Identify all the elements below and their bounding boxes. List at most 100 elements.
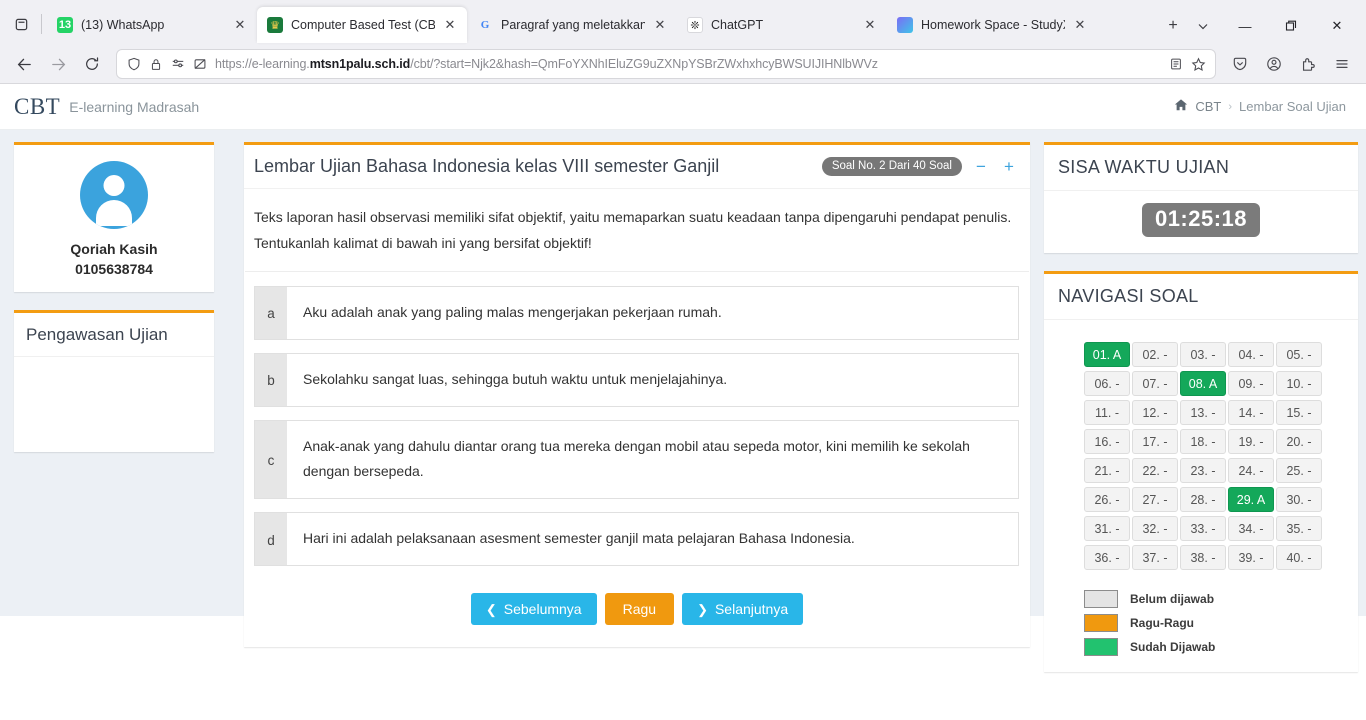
- navigation-header: NAVIGASI SOAL: [1044, 274, 1358, 320]
- nav-question-11[interactable]: 11. -: [1084, 400, 1130, 425]
- bookmark-star-icon[interactable]: [1187, 53, 1209, 75]
- nav-question-20[interactable]: 20. -: [1276, 429, 1322, 454]
- nav-question-18[interactable]: 18. -: [1180, 429, 1226, 454]
- nav-question-24[interactable]: 24. -: [1228, 458, 1274, 483]
- legend-label: Ragu-Ragu: [1130, 616, 1194, 630]
- nav-question-26[interactable]: 26. -: [1084, 487, 1130, 512]
- nav-question-3[interactable]: 03. -: [1180, 342, 1226, 367]
- tab-close-icon[interactable]: ✕: [859, 14, 881, 36]
- nav-question-30[interactable]: 30. -: [1276, 487, 1322, 512]
- tab-studyx[interactable]: Homework Space - StudyX ✕: [887, 7, 1097, 43]
- nav-question-40[interactable]: 40. -: [1276, 545, 1322, 570]
- window-close-button[interactable]: ✕: [1314, 7, 1360, 45]
- nav-question-14[interactable]: 14. -: [1228, 400, 1274, 425]
- reload-button[interactable]: [76, 49, 108, 79]
- studyx-icon: [897, 17, 913, 33]
- url-prefix: https://e-learning.: [215, 57, 310, 71]
- nav-question-35[interactable]: 35. -: [1276, 516, 1322, 541]
- answer-option-b[interactable]: b Sekolahku sangat luas, sehingga butuh …: [254, 352, 1019, 407]
- shield-icon[interactable]: [123, 53, 145, 75]
- tab-close-icon[interactable]: ✕: [229, 14, 251, 36]
- nav-question-34[interactable]: 34. -: [1228, 516, 1274, 541]
- nav-question-15[interactable]: 15. -: [1276, 400, 1322, 425]
- forward-button[interactable]: [42, 49, 74, 79]
- tracking-protection-icon[interactable]: [189, 53, 211, 75]
- previous-question-button[interactable]: ❮ Sebelumnya: [470, 593, 597, 626]
- window-maximize-button[interactable]: [1268, 7, 1314, 45]
- browser-chrome: 13 (13) WhatsApp ✕ ♛ Computer Based Test…: [0, 0, 1366, 84]
- nav-question-13[interactable]: 13. -: [1180, 400, 1226, 425]
- profile-card: Qoriah Kasih 0105638784: [14, 142, 214, 292]
- nav-question-8[interactable]: 08. A: [1180, 371, 1226, 396]
- tab-separator: [41, 14, 42, 34]
- nav-question-2[interactable]: 02. -: [1132, 342, 1178, 367]
- nav-question-9[interactable]: 09. -: [1228, 371, 1274, 396]
- nav-question-27[interactable]: 27. -: [1132, 487, 1178, 512]
- tab-chatgpt[interactable]: ❊ ChatGPT ✕: [677, 7, 887, 43]
- nav-question-39[interactable]: 39. -: [1228, 545, 1274, 570]
- permissions-icon[interactable]: [167, 53, 189, 75]
- window-controls: — ✕: [1222, 7, 1360, 45]
- answer-option-c[interactable]: c Anak-anak yang dahulu diantar orang tu…: [254, 419, 1019, 500]
- nav-question-38[interactable]: 38. -: [1180, 545, 1226, 570]
- tab-close-icon[interactable]: ✕: [649, 14, 671, 36]
- chatgpt-icon: ❊: [687, 17, 703, 33]
- lock-icon[interactable]: [145, 53, 167, 75]
- url-text: https://e-learning.mtsn1palu.sch.id/cbt/…: [215, 57, 1165, 71]
- nav-question-6[interactable]: 06. -: [1084, 371, 1130, 396]
- breadcrumb-root[interactable]: CBT: [1195, 99, 1221, 114]
- nav-question-5[interactable]: 05. -: [1276, 342, 1322, 367]
- tab-whatsapp[interactable]: 13 (13) WhatsApp ✕: [47, 7, 257, 43]
- window-minimize-button[interactable]: —: [1222, 7, 1268, 45]
- new-tab-button[interactable]: +: [1158, 11, 1188, 41]
- nav-question-31[interactable]: 31. -: [1084, 516, 1130, 541]
- nav-question-29[interactable]: 29. A: [1228, 487, 1274, 512]
- tab-list-dropdown-icon[interactable]: [1188, 11, 1218, 41]
- app-logo: CBT: [14, 93, 61, 119]
- answer-options: a Aku adalah anak yang paling malas meng…: [244, 272, 1030, 585]
- nav-question-19[interactable]: 19. -: [1228, 429, 1274, 454]
- back-button[interactable]: [8, 49, 40, 79]
- next-question-button[interactable]: ❯ Selanjutnya: [682, 593, 804, 626]
- nav-question-1[interactable]: 01. A: [1084, 342, 1130, 367]
- left-sidebar: Qoriah Kasih 0105638784 Pengawasan Ujian: [14, 142, 214, 470]
- answer-option-d[interactable]: d Hari ini adalah pelaksanaan asesment s…: [254, 512, 1019, 567]
- tab-list-icon[interactable]: [4, 7, 38, 41]
- nav-question-33[interactable]: 33. -: [1180, 516, 1226, 541]
- extensions-icon[interactable]: [1292, 49, 1324, 79]
- nav-question-28[interactable]: 28. -: [1180, 487, 1226, 512]
- nav-question-12[interactable]: 12. -: [1132, 400, 1178, 425]
- exam-header: Lembar Ujian Bahasa Indonesia kelas VIII…: [244, 145, 1030, 189]
- account-icon[interactable]: [1258, 49, 1290, 79]
- answer-option-a[interactable]: a Aku adalah anak yang paling malas meng…: [254, 285, 1019, 340]
- nav-question-10[interactable]: 10. -: [1276, 371, 1322, 396]
- legend-label: Belum dijawab: [1130, 592, 1215, 606]
- reader-view-icon[interactable]: [1165, 53, 1187, 75]
- save-to-pocket-icon[interactable]: [1224, 49, 1256, 79]
- nav-question-4[interactable]: 04. -: [1228, 342, 1274, 367]
- nav-question-32[interactable]: 32. -: [1132, 516, 1178, 541]
- tab-close-icon[interactable]: ✕: [1069, 14, 1091, 36]
- nav-question-22[interactable]: 22. -: [1132, 458, 1178, 483]
- nav-question-17[interactable]: 17. -: [1132, 429, 1178, 454]
- tab-paragraf[interactable]: G Paragraf yang meletakkan ga ✕: [467, 7, 677, 43]
- mark-doubt-button[interactable]: Ragu: [604, 593, 675, 626]
- app-menu-icon[interactable]: [1326, 49, 1358, 79]
- font-increase-button[interactable]: +: [1000, 157, 1018, 177]
- nav-question-7[interactable]: 07. -: [1132, 371, 1178, 396]
- nav-question-25[interactable]: 25. -: [1276, 458, 1322, 483]
- app-header: CBT E-learning Madrasah CBT › Lembar Soa…: [0, 84, 1366, 130]
- tab-close-icon[interactable]: ✕: [439, 14, 461, 36]
- nav-question-37[interactable]: 37. -: [1132, 545, 1178, 570]
- profile-name: Qoriah Kasih: [70, 241, 158, 257]
- tab-computer-based-test[interactable]: ♛ Computer Based Test (CBT) ✕: [257, 7, 467, 43]
- nav-question-21[interactable]: 21. -: [1084, 458, 1130, 483]
- url-bar[interactable]: https://e-learning.mtsn1palu.sch.id/cbt/…: [116, 49, 1216, 79]
- nav-question-16[interactable]: 16. -: [1084, 429, 1130, 454]
- nav-question-36[interactable]: 36. -: [1084, 545, 1130, 570]
- exam-title: Lembar Ujian Bahasa Indonesia kelas VIII…: [254, 156, 720, 176]
- font-decrease-button[interactable]: −: [972, 157, 990, 177]
- profile-id: 0105638784: [75, 261, 153, 278]
- nav-question-23[interactable]: 23. -: [1180, 458, 1226, 483]
- home-icon[interactable]: [1174, 98, 1188, 115]
